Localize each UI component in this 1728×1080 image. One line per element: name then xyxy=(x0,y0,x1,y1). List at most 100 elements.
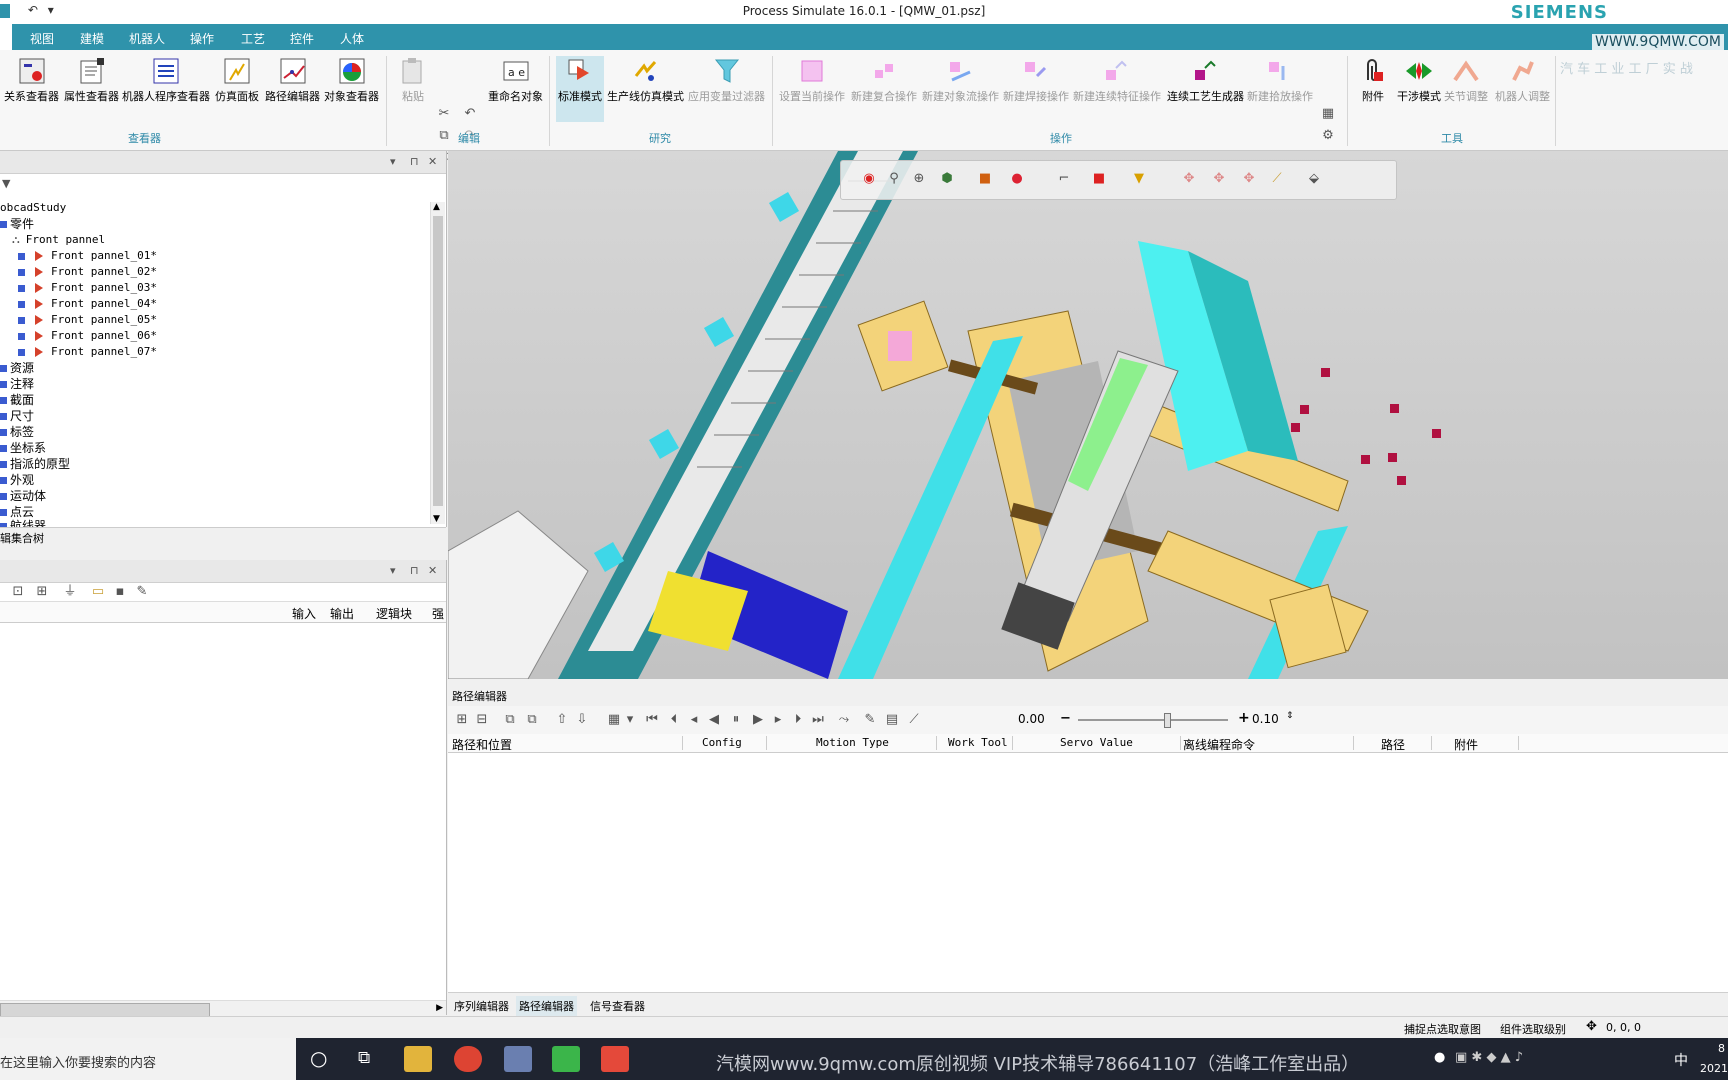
new-continuous-feature-operation-button[interactable]: 新建连续特征操作 xyxy=(1073,56,1161,104)
zoom-icon[interactable]: ⚲ xyxy=(886,171,902,187)
scroll-thumb[interactable] xyxy=(433,216,443,506)
pin-icon[interactable]: ⊓ xyxy=(410,564,419,577)
chrome-icon[interactable] xyxy=(454,1046,482,1072)
rename-object-button[interactable]: a e 重命名对象 xyxy=(488,56,543,104)
tree-part[interactable]: Front pannel_03* xyxy=(18,280,157,296)
tree-vertical-scrollbar[interactable]: ▲ ▼ xyxy=(430,202,445,524)
scroll-up-icon[interactable]: ▲ xyxy=(433,202,440,212)
menu-process[interactable]: 工艺 xyxy=(241,30,265,47)
component-pick-level[interactable]: 组件选取级别 xyxy=(1500,1021,1566,1037)
new-pick-place-operation-button[interactable]: 新建拾放操作 xyxy=(1247,56,1313,104)
file-explorer-icon[interactable] xyxy=(404,1046,432,1072)
tree-folder[interactable]: 截面 xyxy=(0,392,34,408)
measure-icon[interactable]: ⟋ xyxy=(1269,171,1285,187)
tree-part[interactable]: Front pannel_02* xyxy=(18,264,157,280)
tree-folder[interactable]: 外观 xyxy=(0,472,34,488)
tree-folder[interactable]: 注释 xyxy=(0,376,34,392)
view-cube-icon[interactable]: ⬢ xyxy=(939,171,955,187)
save-icon[interactable]: ▪ xyxy=(112,584,128,600)
table-settings-icon[interactable]: ▦ xyxy=(606,712,622,728)
gear-small-icon[interactable]: ⚙ xyxy=(1320,128,1336,144)
play-icon[interactable]: ▶ xyxy=(750,712,766,728)
task-view-icon[interactable]: ⧉ xyxy=(358,1048,370,1068)
scroll-thumb[interactable] xyxy=(0,1003,210,1017)
attachment-button[interactable]: 附件 xyxy=(1358,56,1388,104)
speed-slider-thumb[interactable] xyxy=(1164,713,1171,728)
menu-human[interactable]: 人体 xyxy=(340,30,364,47)
copy-icon[interactable]: ⧉ xyxy=(436,128,452,144)
filter-small-icon[interactable]: ⏚ xyxy=(62,584,78,600)
move-down-icon[interactable]: ⇩ xyxy=(574,712,590,728)
col-force[interactable]: 强 xyxy=(432,605,444,622)
pin-icon[interactable]: ⊓ xyxy=(410,155,419,168)
tree-dropdown-icon[interactable]: ▼ xyxy=(2,177,10,190)
file-tab[interactable] xyxy=(0,24,12,50)
spinner-icon[interactable]: ⇕ xyxy=(1286,711,1294,721)
step-back-icon[interactable]: ⏴ xyxy=(666,712,682,728)
property-viewer-button[interactable]: 属性查看器 xyxy=(64,56,119,104)
tab-signal-viewer[interactable]: 信号查看器 xyxy=(590,998,645,1014)
cut-icon[interactable]: ✂ xyxy=(436,106,452,122)
teach-icon[interactable]: ⟋ xyxy=(906,712,922,728)
edit-path-icon[interactable]: ✎ xyxy=(862,712,878,728)
col-olp-commands[interactable]: 离线编程命令 xyxy=(1183,736,1354,752)
properties-icon[interactable]: ▤ xyxy=(884,712,900,728)
menu-view[interactable]: 视图 xyxy=(30,30,54,47)
pause-icon[interactable]: ⏸ xyxy=(728,712,744,728)
calendar-icon[interactable]: ▦ xyxy=(1320,106,1336,122)
tree-part[interactable]: Front pannel_01* xyxy=(18,248,157,264)
open-folder-icon[interactable]: ▭ xyxy=(90,584,106,600)
relocate-icon[interactable]: ✥ xyxy=(1211,171,1227,187)
col-path-location[interactable]: 路径和位置 xyxy=(452,736,683,752)
paste-button[interactable]: 粘贴 xyxy=(398,56,428,104)
red-app-icon[interactable] xyxy=(601,1046,629,1072)
close-icon[interactable]: ✕ xyxy=(428,564,437,577)
loop-icon[interactable]: ⤳ xyxy=(836,712,852,728)
play-reverse-icon[interactable]: ◀ xyxy=(706,712,722,728)
new-object-flow-operation-button[interactable]: 新建对象流操作 xyxy=(922,56,999,104)
menu-modeling[interactable]: 建模 xyxy=(80,30,104,47)
add-location-icon[interactable]: ⧉ xyxy=(502,712,518,728)
jump-to-start-icon[interactable]: ⏮ xyxy=(644,712,660,728)
close-icon[interactable]: ✕ xyxy=(428,155,437,168)
ime-indicator[interactable]: 中 xyxy=(1674,1050,1688,1070)
placement-icon[interactable]: ✥ xyxy=(1181,171,1197,187)
speed-increase[interactable]: + xyxy=(1238,710,1250,726)
play-backward-icon[interactable]: ◂ xyxy=(686,712,702,728)
frame-icon[interactable]: ⌐ xyxy=(1056,171,1072,187)
scroll-down-icon[interactable]: ▼ xyxy=(433,514,440,524)
graphic-viewer[interactable] xyxy=(448,151,1728,679)
jump-to-end-icon[interactable]: ⏭ xyxy=(810,712,826,728)
snap-pick-intent[interactable]: 捕捉点选取意图 xyxy=(1404,1021,1481,1037)
tree-folder[interactable]: 资源 xyxy=(0,360,34,376)
tree-part[interactable]: Front pannel_07* xyxy=(18,344,157,360)
menu-robot[interactable]: 机器人 xyxy=(129,30,165,47)
col-output[interactable]: 输出 xyxy=(330,605,354,622)
paste-location-icon[interactable]: ⧉ xyxy=(524,712,540,728)
col-servo-value[interactable]: Servo Value xyxy=(1060,736,1181,750)
object-viewer-button[interactable]: 对象查看器 xyxy=(324,56,379,104)
panel-menu-icon[interactable]: ▾ xyxy=(390,564,396,577)
col-work-tool[interactable]: Work Tool xyxy=(948,736,1013,750)
line-simulation-mode-button[interactable]: 生产线仿真模式 xyxy=(607,56,684,104)
tree-root[interactable]: obcadStudy xyxy=(0,200,66,216)
robot-jog-button[interactable]: 机器人调整 xyxy=(1495,56,1550,104)
col-attachment[interactable]: 附件 xyxy=(1454,736,1519,752)
standard-mode-button[interactable]: 标准模式 xyxy=(556,56,604,122)
paint-icon[interactable]: ⬙ xyxy=(1306,171,1322,187)
tree-part[interactable]: Front pannel_06* xyxy=(18,328,157,344)
new-weld-operation-button[interactable]: 新建焊接操作 xyxy=(1003,56,1069,104)
green-app-icon[interactable] xyxy=(552,1046,580,1072)
taskbar-search[interactable]: 在这里输入你要搜索的内容 xyxy=(0,1038,296,1080)
dropdown-icon[interactable]: ▾ xyxy=(622,712,638,728)
menu-operation[interactable]: 操作 xyxy=(190,30,214,47)
tree-folder[interactable]: 指派的原型 xyxy=(0,456,70,472)
zoom-fit-icon[interactable]: ◉ xyxy=(861,171,877,187)
col-path[interactable]: 路径 xyxy=(1381,736,1432,752)
remove-operation-icon[interactable]: ⊟ xyxy=(474,712,490,728)
continuous-process-generator-button[interactable]: 连续工艺生成器 xyxy=(1167,56,1244,104)
clock-date[interactable]: 2021 xyxy=(1700,1062,1728,1075)
tab-path-editor[interactable]: 路径编辑器 xyxy=(516,996,577,1016)
tree-folder[interactable]: 运动体 xyxy=(0,488,46,504)
col-config[interactable]: Config xyxy=(702,736,767,750)
